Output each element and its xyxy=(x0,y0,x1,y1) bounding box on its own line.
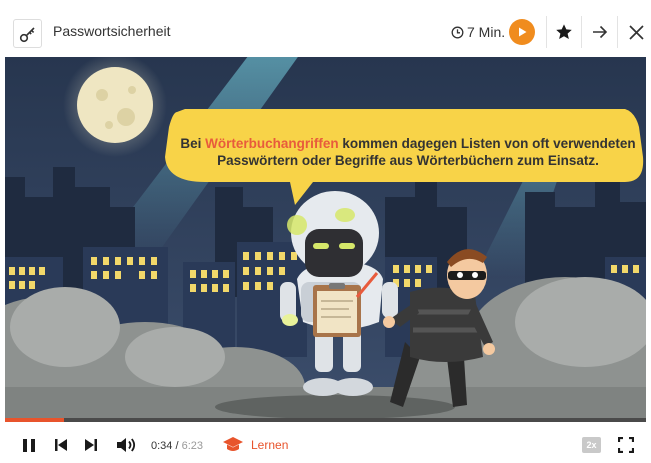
moon xyxy=(77,67,153,143)
pause-icon xyxy=(23,438,35,452)
header-divider xyxy=(546,16,547,48)
ground-shadow xyxy=(215,395,455,419)
time-display: 0:34 / 6:23 xyxy=(151,440,203,452)
pause-button[interactable] xyxy=(18,434,40,456)
learn-button[interactable]: Lernen xyxy=(222,436,288,454)
graduation-cap-icon xyxy=(223,437,243,451)
close-icon xyxy=(628,24,644,40)
video-frame xyxy=(5,57,646,420)
speech-rest: kommen dagegen Listen von oft verwendete… xyxy=(338,136,636,151)
close-button[interactable] xyxy=(621,17,651,47)
header-divider xyxy=(617,16,618,48)
header-divider xyxy=(581,16,582,48)
volume-icon xyxy=(117,438,136,452)
star-icon xyxy=(556,24,572,40)
skip-back-button[interactable] xyxy=(52,434,70,456)
skip-forward-button[interactable] xyxy=(82,434,100,456)
fullscreen-button[interactable] xyxy=(617,434,635,456)
time-separator: / xyxy=(172,440,182,452)
lesson-header: Passwortsicherheit 7 Min. xyxy=(0,0,651,57)
play-lesson-button[interactable] xyxy=(509,19,535,45)
duration: 7 Min. xyxy=(451,24,505,40)
key-icon xyxy=(19,26,35,42)
speech-line-2: Passwörtern oder Begriffe aus Wörterbüch… xyxy=(217,153,599,168)
next-button[interactable] xyxy=(585,17,615,47)
total-time: 6:23 xyxy=(181,440,204,452)
learn-label: Lernen xyxy=(251,438,289,452)
clock-icon xyxy=(451,26,464,38)
lesson-title: Passwortsicherheit xyxy=(53,23,171,39)
volume-button[interactable] xyxy=(115,434,139,456)
speed-label: 2x xyxy=(586,440,597,450)
speech-line-1: Bei Wörterbuchangriffen kommen dagegen L… xyxy=(177,135,639,152)
speech-prefix: Bei xyxy=(180,136,206,151)
speech-bubble-text: Bei Wörterbuchangriffen kommen dagegen L… xyxy=(177,135,639,169)
duration-label: 7 Min. xyxy=(467,24,506,40)
favorite-button[interactable] xyxy=(549,17,579,47)
arrow-right-icon xyxy=(593,25,608,39)
lesson-icon-box xyxy=(13,19,42,48)
speech-highlight: Wörterbuchangriffen xyxy=(205,136,339,151)
skip-back-icon xyxy=(55,439,67,451)
fullscreen-icon xyxy=(618,437,634,453)
skip-forward-icon xyxy=(85,439,97,451)
speed-button[interactable]: 2x xyxy=(582,437,601,453)
video-player[interactable]: Bei Wörterbuchangriffen kommen dagegen L… xyxy=(5,57,646,420)
play-icon xyxy=(519,27,527,37)
current-time: 0:34 xyxy=(151,440,173,452)
